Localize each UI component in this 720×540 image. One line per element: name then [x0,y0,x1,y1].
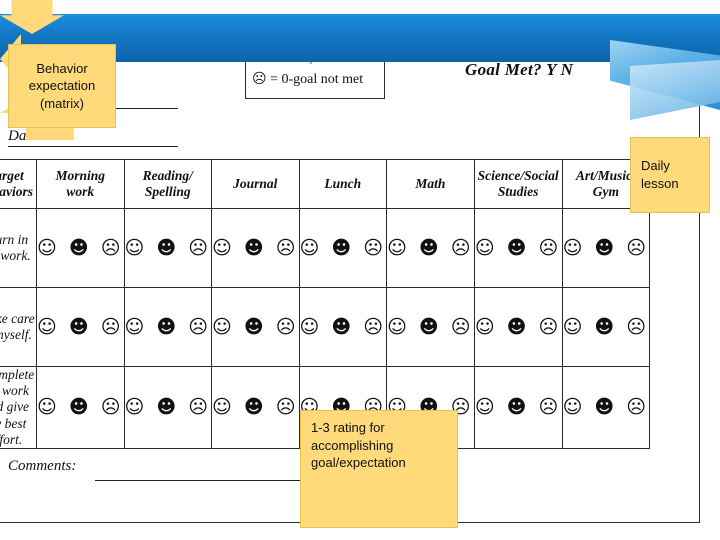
table-row: I take care of myself. ☺ ☻ ☹ ☺ ☻ ☹ ☺ ☻ ☹… [0,287,651,367]
callout-behavior-expectation[interactable]: Behavior expectation (matrix) [8,44,116,128]
behavior-matrix-table: Target behaviors Morning work Reading/ S… [0,159,651,449]
rating-faces[interactable]: ☺ ☻ ☹ [212,237,299,259]
table-cell: ☺ ☻ ☹ [473,366,563,449]
rating-faces[interactable]: ☺ ☻ ☹ [37,396,124,418]
rating-faces[interactable]: ☺ ☻ ☹ [125,396,212,418]
rating-faces[interactable]: ☺ ☻ ☹ [563,237,650,259]
rating-faces[interactable]: ☺ ☻ ☹ [125,237,212,259]
table-header-row: Target behaviors Morning work Reading/ S… [0,159,651,209]
table-cell: ☺ ☻ ☹ [386,208,475,288]
rating-faces[interactable]: ☺ ☻ ☹ [300,237,387,259]
table-cell: ☺ ☻ ☹ [123,287,213,367]
row-label-complete-work-best-effort: I complete my work and give my best effo… [0,366,37,449]
col-header-morning-work: Morning work [36,159,125,209]
rating-faces[interactable]: ☺ ☻ ☹ [212,396,299,418]
table-cell: ☺ ☻ ☹ [211,366,300,449]
rating-faces[interactable]: ☺ ☻ ☹ [475,316,562,338]
col-header-lunch: Lunch [298,159,388,209]
table-cell: ☺ ☻ ☹ [123,208,213,288]
table-cell: ☺ ☻ ☹ [561,208,651,288]
rating-faces[interactable]: ☺ ☻ ☹ [387,237,474,259]
date-rule [8,146,178,147]
goal-met-label: Goal Met? Y N [465,60,574,79]
col-header-math: Math [386,159,475,209]
row-label-turn-in-work: I turn in my work. [0,208,37,288]
table-cell: ☺ ☻ ☹ [123,366,213,449]
legend-line-3: ☹ = 0-goal not met [252,71,364,87]
table-cell: ☺ ☻ ☹ [473,208,563,288]
table-cell: ☺ ☻ ☹ [386,287,475,367]
col-header-science-social-studies: Science/Social Studies [473,159,563,209]
table-cell: ☺ ☻ ☹ [561,366,651,449]
table-cell: ☺ ☻ ☹ [36,366,125,449]
callout-rating-text: 1-3 rating for accomplishing goal/expect… [311,420,406,471]
callout-rating[interactable]: 1-3 rating for accomplishing goal/expect… [300,410,458,528]
table-cell: ☺ ☻ ☹ [36,287,125,367]
table-cell: ☺ ☻ ☹ [36,208,125,288]
rating-faces[interactable]: ☺ ☻ ☹ [475,237,562,259]
rating-faces[interactable]: ☺ ☻ ☹ [37,316,124,338]
rating-faces[interactable]: ☺ ☻ ☹ [563,396,650,418]
table-cell: ☺ ☻ ☹ [211,208,300,288]
callout-daily-lesson[interactable]: Daily lesson [630,137,710,213]
col-header-target-behaviors: Target behaviors [0,159,37,209]
table-row: I turn in my work. ☺ ☻ ☹ ☺ ☻ ☹ ☺ ☻ ☹ ☺ ☻… [0,208,651,288]
col-header-journal: Journal [211,159,300,209]
rating-faces[interactable]: ☺ ☻ ☹ [125,316,212,338]
table-cell: ☺ ☻ ☹ [298,208,388,288]
callout-behavior-text: Behavior expectation (matrix) [28,60,96,111]
table-cell: ☺ ☻ ☹ [561,287,651,367]
rating-faces[interactable]: ☺ ☻ ☹ [387,316,474,338]
rating-faces[interactable]: ☺ ☻ ☹ [300,316,387,338]
table-cell: ☺ ☻ ☹ [211,287,300,367]
callout-daily-text: Daily lesson [641,158,679,191]
rating-faces[interactable]: ☺ ☻ ☹ [563,316,650,338]
col-header-reading-spelling: Reading/ Spelling [123,159,213,209]
comments-label: Comments: [8,458,77,474]
table-cell: ☺ ☻ ☹ [298,287,388,367]
table-cell: ☺ ☻ ☹ [473,287,563,367]
rating-faces[interactable]: ☺ ☻ ☹ [37,237,124,259]
rating-faces[interactable]: ☺ ☻ ☹ [212,316,299,338]
slide-canvas: ☺ = 3 - met goal ☻ = 2 -so,so ☹ = 0-goal… [0,0,720,540]
row-label-take-care-of-self: I take care of myself. [0,287,37,367]
rating-faces[interactable]: ☺ ☻ ☹ [475,396,562,418]
